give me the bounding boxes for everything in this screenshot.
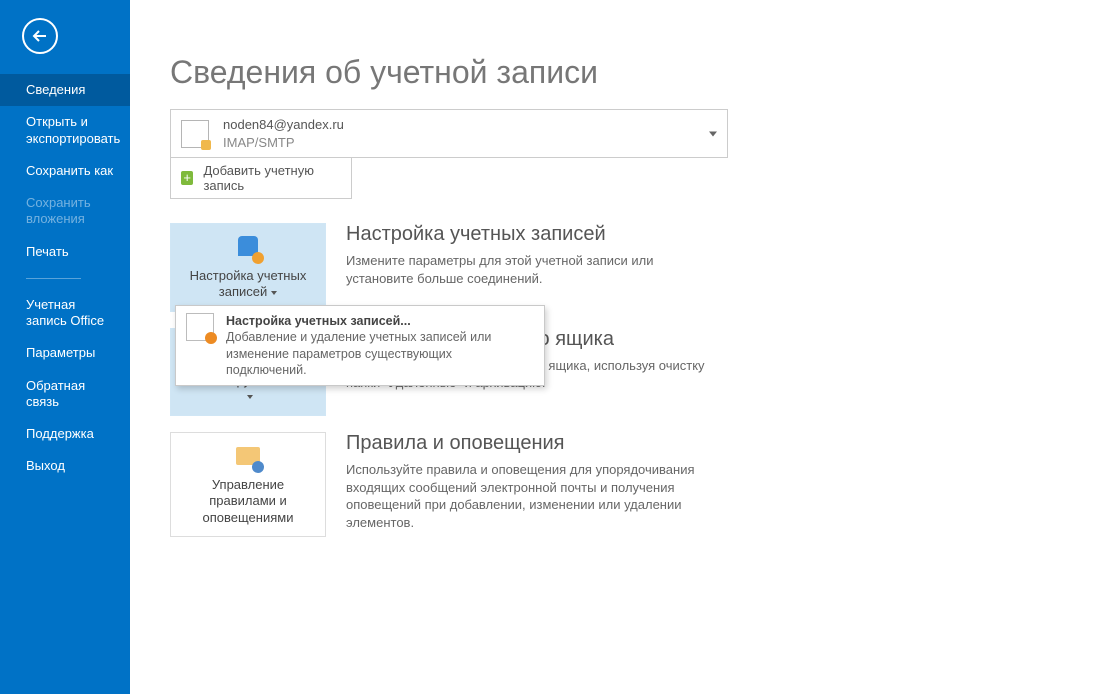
chevron-down-icon bbox=[247, 395, 253, 399]
account-protocol: IMAP/SMTP bbox=[223, 134, 344, 152]
account-settings-tooltip[interactable]: Настройка учетных записей... Добавление … bbox=[175, 305, 545, 386]
nav-open-export[interactable]: Открыть и экспортировать bbox=[0, 106, 130, 155]
chevron-down-icon bbox=[709, 131, 717, 136]
page-title: Сведения об учетной записи bbox=[170, 54, 1061, 91]
nav-divider bbox=[26, 278, 81, 279]
account-settings-icon bbox=[234, 234, 262, 262]
add-account-button[interactable]: + Добавить учетную запись bbox=[170, 158, 352, 199]
nav-support[interactable]: Поддержка bbox=[0, 418, 130, 450]
add-account-label: Добавить учетную запись bbox=[203, 163, 341, 193]
account-email: noden84@yandex.ru bbox=[223, 116, 344, 134]
account-settings-menu-icon bbox=[186, 313, 214, 341]
nav-info[interactable]: Сведения bbox=[0, 74, 130, 106]
back-button[interactable] bbox=[22, 18, 58, 54]
nav-office-account[interactable]: Учетная запись Office bbox=[0, 289, 130, 338]
tooltip-title: Настройка учетных записей... bbox=[226, 313, 534, 329]
rules-icon bbox=[234, 443, 262, 471]
nav-save-as[interactable]: Сохранить как bbox=[0, 155, 130, 187]
nav-feedback[interactable]: Обратная связь bbox=[0, 370, 130, 419]
section-heading-rules: Правила и оповещения bbox=[346, 432, 716, 455]
backstage-sidebar: Сведения Открыть и экспортировать Сохран… bbox=[0, 0, 130, 694]
back-arrow-icon bbox=[31, 27, 49, 45]
section-heading-account: Настройка учетных записей bbox=[346, 223, 716, 246]
plus-icon: + bbox=[181, 171, 193, 185]
nav-exit[interactable]: Выход bbox=[0, 450, 130, 482]
tile-account-settings[interactable]: Настройка учетных записей bbox=[170, 223, 326, 312]
account-icon bbox=[181, 120, 209, 148]
section-desc-account: Измените параметры для этой учетной запи… bbox=[346, 252, 716, 287]
chevron-down-icon bbox=[271, 291, 277, 295]
nav-print[interactable]: Печать bbox=[0, 236, 130, 268]
account-dropdown[interactable]: noden84@yandex.ru IMAP/SMTP bbox=[170, 109, 728, 158]
section-desc-rules: Используйте правила и оповещения для упо… bbox=[346, 461, 716, 531]
nav-save-attachments: Сохранить вложения bbox=[0, 187, 130, 236]
tooltip-desc: Добавление и удаление учетных записей ил… bbox=[226, 329, 534, 378]
tile-rules[interactable]: Управление правилами и оповещениями bbox=[170, 432, 326, 537]
nav-options[interactable]: Параметры bbox=[0, 337, 130, 369]
